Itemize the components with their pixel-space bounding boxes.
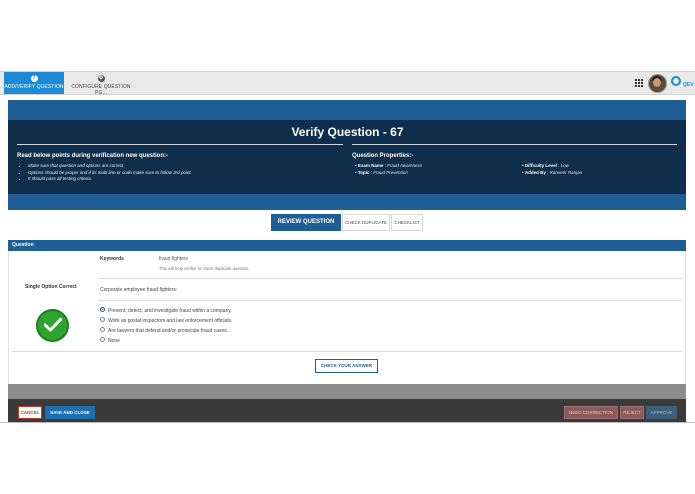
keywords-label: Keywords [100, 256, 124, 262]
option-2[interactable]: Work as postal inspectors and law enforc… [100, 317, 232, 325]
header-band-top [8, 100, 686, 120]
save-and-close-button[interactable]: SAVE AND CLOSE [45, 406, 95, 419]
brand-logo: QEV [671, 75, 695, 91]
property-difficulty: • Difficulty Level : Low [522, 163, 569, 168]
guidelines-list: Make sure that question and options are … [21, 163, 348, 183]
nav-tab-label: ADD/VERIFY QUESTION [4, 84, 64, 90]
question-type-label: Single Option Correct [25, 284, 77, 290]
page-title: Verify Question - 67 [291, 125, 404, 139]
option-label: Work as postal inspectors and law enforc… [108, 318, 233, 324]
guidelines-title: Read below points during verification ne… [17, 153, 169, 159]
nav-tab-add-verify-question[interactable]: ? ADD/VERIFY QUESTION [4, 72, 64, 94]
divider [0, 422, 695, 423]
correct-check-icon [36, 309, 69, 342]
keywords-help-text: This will help verifier to check duplica… [159, 266, 250, 271]
nav-tab-configure-question[interactable]: ⚙ CONFIGURE QUESTION PG... [66, 72, 136, 96]
footer-band [8, 384, 686, 399]
option-3[interactable]: Are lawyers that defend and/or prosecute… [100, 327, 228, 335]
guideline-item: It should pass all testing criteria. [28, 176, 348, 183]
need-correction-button[interactable]: NEED CORRECTION [564, 406, 618, 419]
radio-icon[interactable] [100, 337, 105, 343]
tab-review-question[interactable]: REVIEW QUESTION [271, 214, 341, 231]
divider [12, 351, 682, 352]
radio-selected-icon[interactable] [100, 307, 105, 313]
radio-icon[interactable] [100, 327, 105, 333]
divider [98, 300, 682, 301]
divider [98, 278, 682, 279]
option-label: Are lawyers that defend and/or prosecute… [108, 328, 229, 334]
avatar[interactable] [648, 74, 667, 93]
divider [17, 144, 343, 145]
question-panel-header: Question [8, 240, 686, 251]
question-icon: ? [30, 75, 38, 82]
top-nav-bar: ? ADD/VERIFY QUESTION ⚙ CONFIGURE QUESTI… [0, 71, 695, 96]
divider [352, 144, 677, 145]
gear-icon: ⚙ [97, 75, 105, 82]
property-topic: • Topic : Fraud Prevention [355, 170, 408, 175]
keywords-value[interactable]: fraud fighters [159, 256, 188, 262]
cancel-button[interactable]: CANCEL [18, 406, 42, 419]
header-band-bottom [8, 194, 686, 210]
question-text: Corporate employee fraud fighters: [100, 287, 178, 293]
apps-grid-icon[interactable] [635, 79, 643, 87]
tab-checklist[interactable]: CHECKLIST [391, 214, 423, 231]
option-4[interactable]: None [100, 337, 120, 345]
option-label: None [108, 338, 120, 344]
option-1[interactable]: Prevent, detect, and investigate fraud w… [100, 307, 232, 315]
radio-icon[interactable] [100, 317, 105, 323]
reject-button[interactable]: REJECT [620, 406, 644, 419]
check-answer-button[interactable]: CHECK YOUR ANSWER [315, 359, 378, 373]
nav-tab-label: CONFIGURE QUESTION PG... [71, 84, 131, 96]
option-label: Prevent, detect, and investigate fraud w… [108, 308, 232, 314]
properties-title: Question Properties:- [352, 153, 414, 159]
property-exam-name: • Exam Name : Fraud Awareness [355, 163, 423, 168]
approve-button[interactable]: APPROVE [646, 406, 677, 419]
logo-text: QEV [683, 82, 694, 88]
tab-check-duplicate[interactable]: CHECK DUPLICATE [342, 214, 390, 231]
property-added-by: • Added By : Ranveer Ranjan [522, 170, 583, 175]
